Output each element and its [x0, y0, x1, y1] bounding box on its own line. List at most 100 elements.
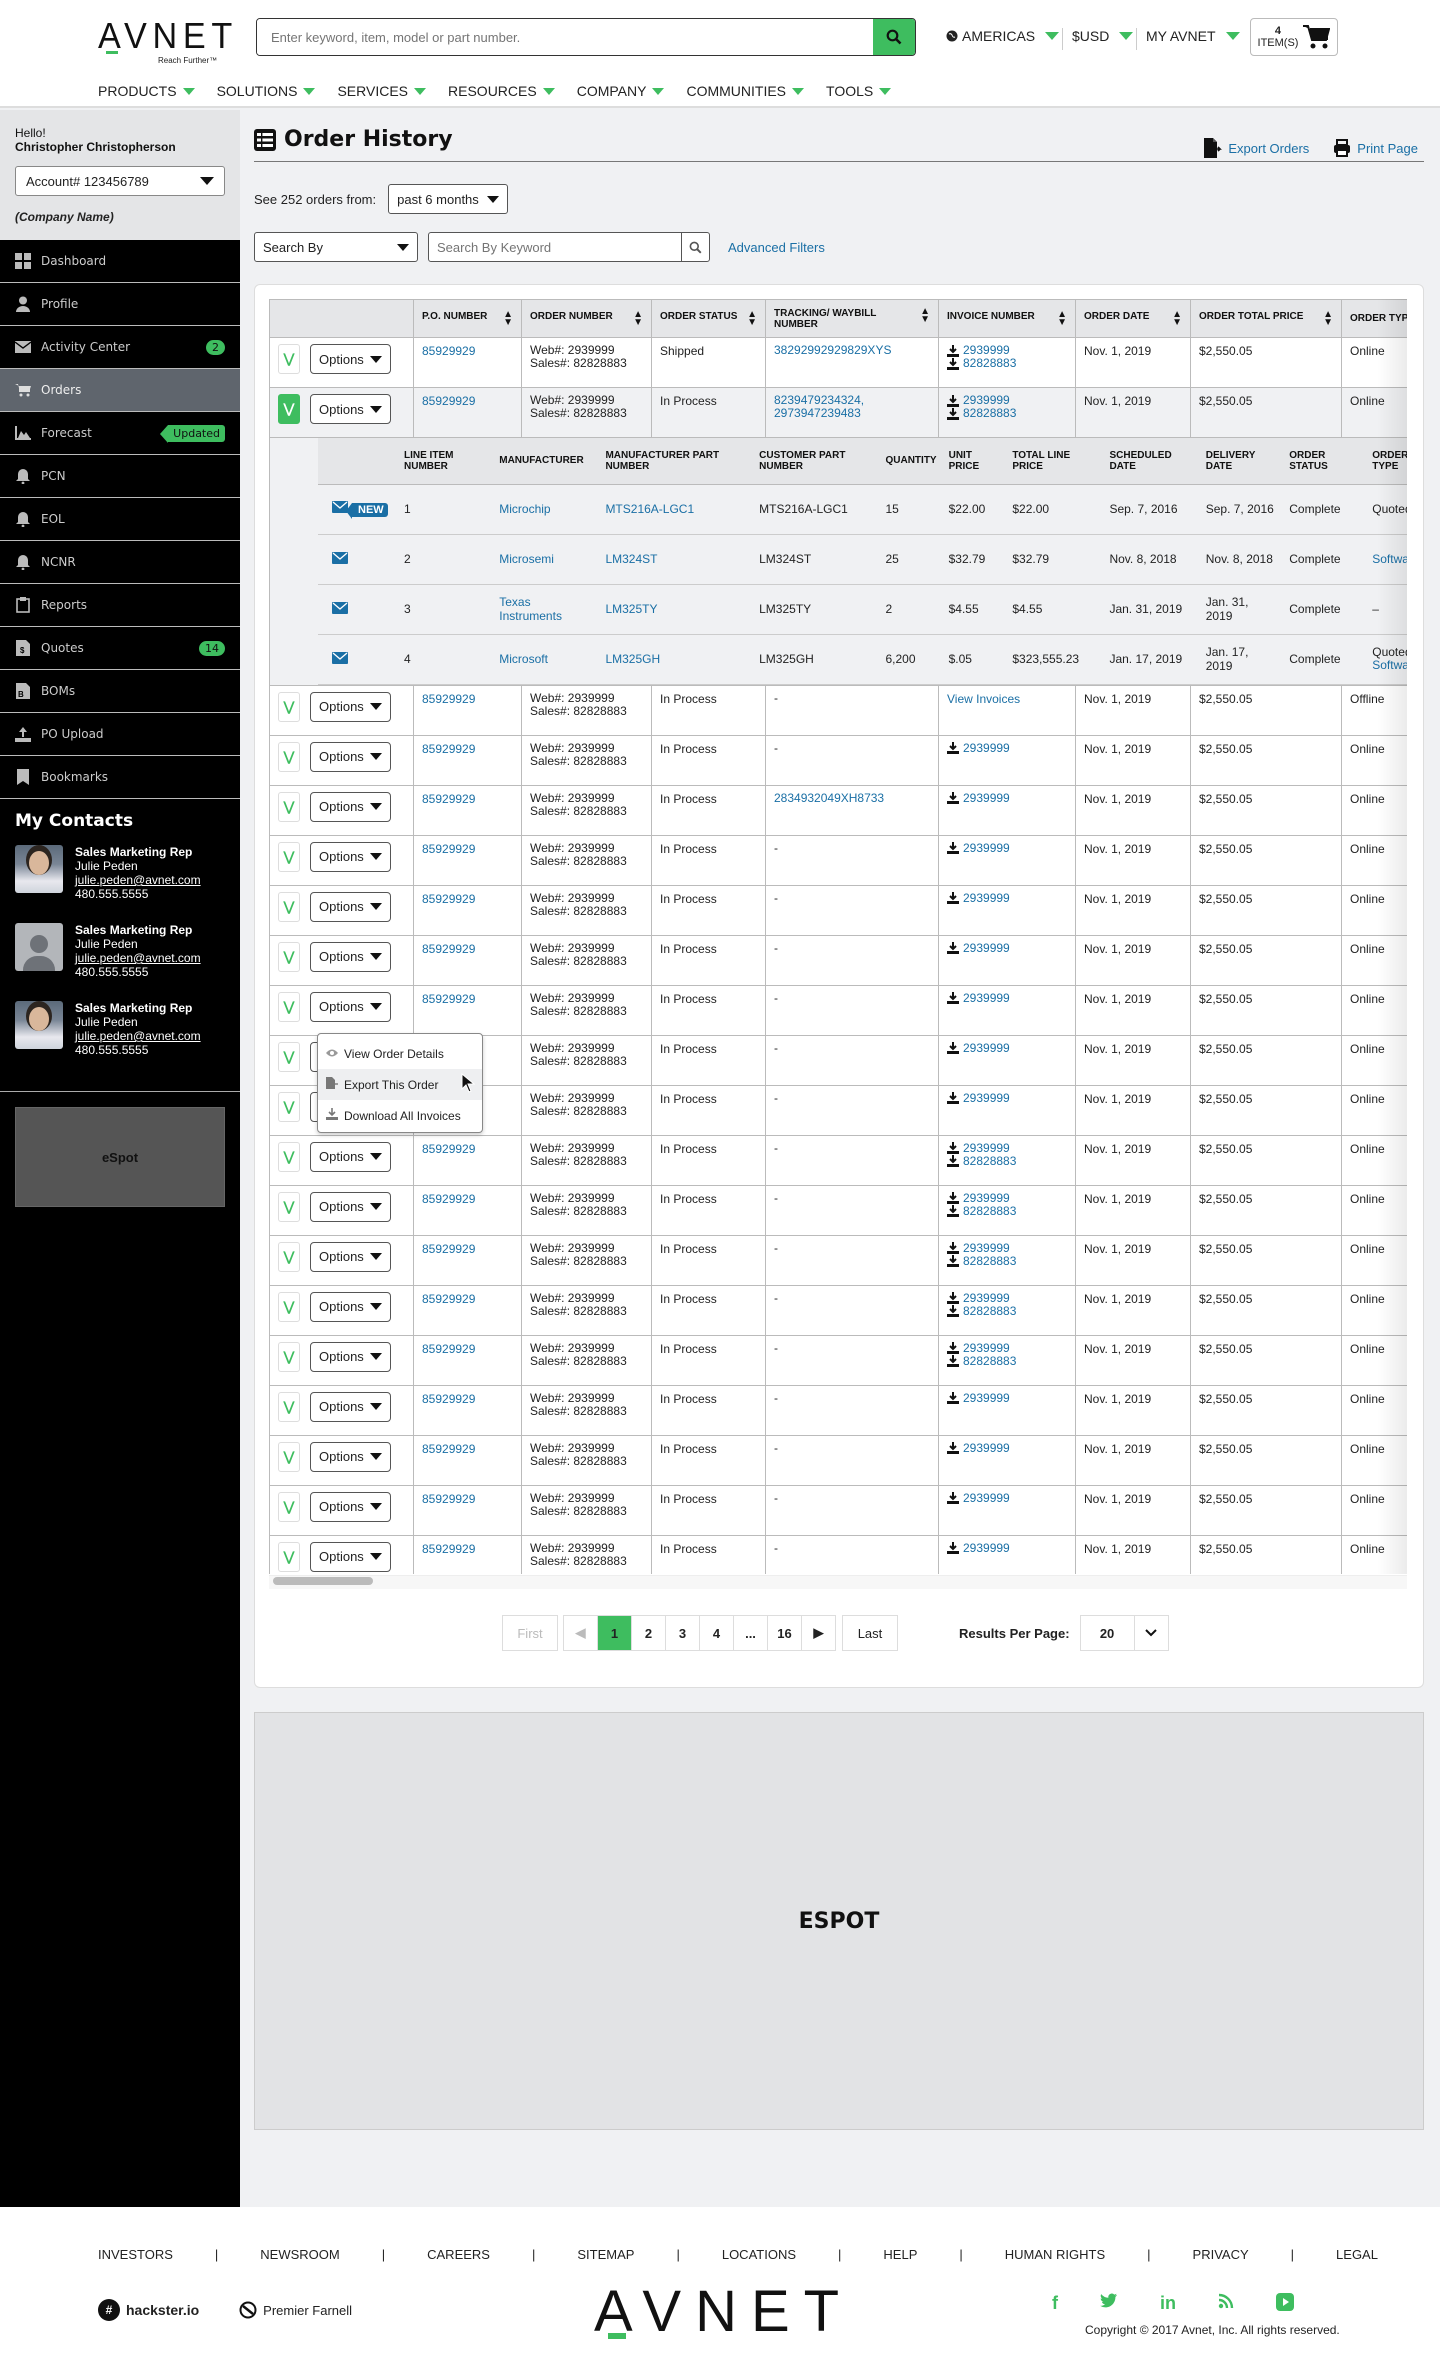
options-button[interactable]: Options	[310, 394, 391, 424]
po-number-link[interactable]: 85929929	[422, 1442, 475, 1456]
mfr-part-link[interactable]: LM325TY	[605, 602, 657, 616]
po-number-link[interactable]: 85929929	[422, 842, 475, 856]
options-button[interactable]: Options	[310, 791, 391, 822]
sidebar-item-profile[interactable]: Profile	[0, 283, 240, 326]
invoice-link[interactable]: 82828883	[963, 357, 1016, 370]
site-search-button[interactable]	[873, 19, 915, 55]
invoice-link[interactable]: 82828883	[963, 1204, 1016, 1218]
sidebar-item-activity-center[interactable]: Activity Center 2	[0, 326, 240, 369]
next-page-button[interactable]: ▶	[801, 1615, 836, 1651]
mfr-part-link[interactable]: LM324ST	[605, 552, 657, 566]
invoice-link[interactable]: 2939999	[963, 891, 1010, 905]
options-button[interactable]: Options	[310, 1491, 391, 1522]
manufacturer-link[interactable]: Microsoft	[499, 652, 548, 666]
column-header[interactable]: ▲ ▼ ORDER STATUS	[651, 299, 766, 338]
footer-link-human-rights[interactable]: HUMAN RIGHTS	[1005, 2247, 1105, 2262]
invoice-link[interactable]: 82828883	[963, 1254, 1016, 1268]
options-button[interactable]: Options	[310, 344, 391, 374]
sort-icon[interactable]: ▲ ▼	[1057, 309, 1067, 327]
last-page-button[interactable]: Last	[842, 1615, 898, 1651]
options-button[interactable]: Options	[310, 1291, 391, 1322]
po-number-link[interactable]: 85929929	[422, 742, 475, 756]
tracking-link[interactable]: 8239479234324,	[774, 393, 864, 407]
nav-item-tools[interactable]: TOOLS	[826, 83, 892, 99]
contact-email-link[interactable]: julie.peden@avnet.com	[75, 873, 201, 887]
expand-row-toggle[interactable]: ⋁	[278, 1441, 300, 1472]
po-number-link[interactable]: 85929929	[422, 1392, 475, 1406]
po-number-link[interactable]: 85929929	[422, 1492, 475, 1506]
rss-icon[interactable]	[1218, 2293, 1234, 2309]
expand-row-toggle[interactable]: ⋁	[278, 991, 300, 1022]
sidebar-item-eol[interactable]: EOL	[0, 498, 240, 541]
nav-item-company[interactable]: COMPANY	[577, 83, 665, 99]
footer-link-help[interactable]: HELP	[883, 2247, 917, 2262]
invoice-link[interactable]: 2939999	[963, 841, 1010, 855]
site-search-input[interactable]	[257, 19, 857, 55]
sidebar-item-orders[interactable]: Orders	[0, 369, 240, 412]
region-selector[interactable]: AMERICAS	[946, 28, 1060, 44]
sort-icon[interactable]: ▲ ▼	[1172, 309, 1182, 327]
tracking-link[interactable]: 38292992929829XYS	[774, 343, 891, 357]
account-select[interactable]: Account# 123456789	[15, 166, 225, 196]
options-button[interactable]: Options	[310, 1191, 391, 1222]
sort-icon[interactable]: ▲ ▼	[920, 306, 930, 324]
options-button[interactable]: Options	[310, 1241, 391, 1272]
expand-row-toggle[interactable]: ⋁	[278, 344, 300, 374]
expand-row-toggle[interactable]: ⋁	[278, 1041, 300, 1072]
premier-farnell-logo[interactable]: Premier Farnell	[239, 2301, 352, 2319]
sort-icon[interactable]: ▲ ▼	[747, 309, 757, 327]
options-button[interactable]: Options	[310, 691, 391, 722]
po-number-link[interactable]: 85929929	[422, 1192, 475, 1206]
options-button[interactable]: Options	[310, 1441, 391, 1472]
view-invoices-link[interactable]: View Invoices	[947, 692, 1020, 706]
results-per-page-select[interactable]: 20	[1079, 1615, 1169, 1651]
sidebar-espot[interactable]: eSpot	[15, 1107, 225, 1207]
expand-row-toggle[interactable]: ⋁	[278, 1541, 300, 1572]
expand-row-toggle[interactable]: ⋁	[278, 791, 300, 822]
expand-row-toggle[interactable]: ⋁	[278, 1291, 300, 1322]
expand-row-toggle[interactable]: ⋁	[278, 1491, 300, 1522]
invoice-link[interactable]: 2939999	[963, 1391, 1010, 1405]
po-number-link[interactable]: 85929929	[422, 344, 475, 358]
menu-item-export-this-order[interactable]: Export This Order	[318, 1069, 482, 1100]
invoice-link[interactable]: 2939999	[963, 941, 1010, 955]
main-espot[interactable]: ESPOT	[254, 1712, 1424, 2130]
footer-link-privacy[interactable]: PRIVACY	[1193, 2247, 1249, 2262]
sidebar-item-pcn[interactable]: PCN	[0, 455, 240, 498]
keyword-search-input[interactable]	[429, 233, 669, 261]
invoice-link[interactable]: 2939999	[963, 1091, 1010, 1105]
sidebar-item-boms[interactable]: B BOMs	[0, 670, 240, 713]
manufacturer-link[interactable]: Microchip	[499, 502, 550, 516]
po-number-link[interactable]: 85929929	[422, 1242, 475, 1256]
invoice-link[interactable]: 2939999	[963, 1141, 1010, 1155]
my-avnet-menu[interactable]: MY AVNET	[1146, 28, 1240, 44]
column-header[interactable]: ▲ ▼ ORDER NUMBER	[521, 299, 652, 338]
currency-selector[interactable]: $USD	[1072, 28, 1134, 44]
invoice-link[interactable]: 2939999	[963, 1491, 1010, 1505]
invoice-link[interactable]: 2939999	[963, 741, 1010, 755]
footer-link-newsroom[interactable]: NEWSROOM	[260, 2247, 339, 2262]
po-number-link[interactable]: 85929929	[422, 1342, 475, 1356]
po-number-link[interactable]: 85929929	[422, 792, 475, 806]
nav-item-communities[interactable]: COMMUNITIES	[686, 83, 805, 99]
invoice-link[interactable]: 2939999	[963, 1241, 1010, 1255]
page-button[interactable]: 3	[665, 1615, 700, 1651]
expand-row-toggle[interactable]: ⋁	[278, 741, 300, 772]
mfr-part-link[interactable]: LM325GH	[605, 652, 660, 666]
sidebar-item-reports[interactable]: Reports	[0, 584, 240, 627]
options-button[interactable]: Options	[310, 1391, 391, 1422]
options-button[interactable]: Options	[310, 891, 391, 922]
horizontal-scrollbar[interactable]	[269, 1575, 1407, 1589]
options-button[interactable]: Options	[310, 741, 391, 772]
expand-row-toggle[interactable]: ⋁	[278, 691, 300, 722]
contact-email-link[interactable]: julie.peden@avnet.com	[75, 1029, 201, 1043]
expand-row-toggle[interactable]: ⋁	[278, 1341, 300, 1372]
po-number-link[interactable]: 85929929	[422, 1292, 475, 1306]
po-number-link[interactable]: 85929929	[422, 1142, 475, 1156]
nav-item-solutions[interactable]: SOLUTIONS	[217, 83, 316, 99]
hackster-logo[interactable]: # hackster.io	[98, 2299, 199, 2321]
keyword-search-button[interactable]	[681, 233, 709, 261]
invoice-link[interactable]: 82828883	[963, 1154, 1016, 1168]
invoice-link[interactable]: 2939999	[963, 1441, 1010, 1455]
period-select[interactable]: past 6 months	[388, 184, 508, 214]
